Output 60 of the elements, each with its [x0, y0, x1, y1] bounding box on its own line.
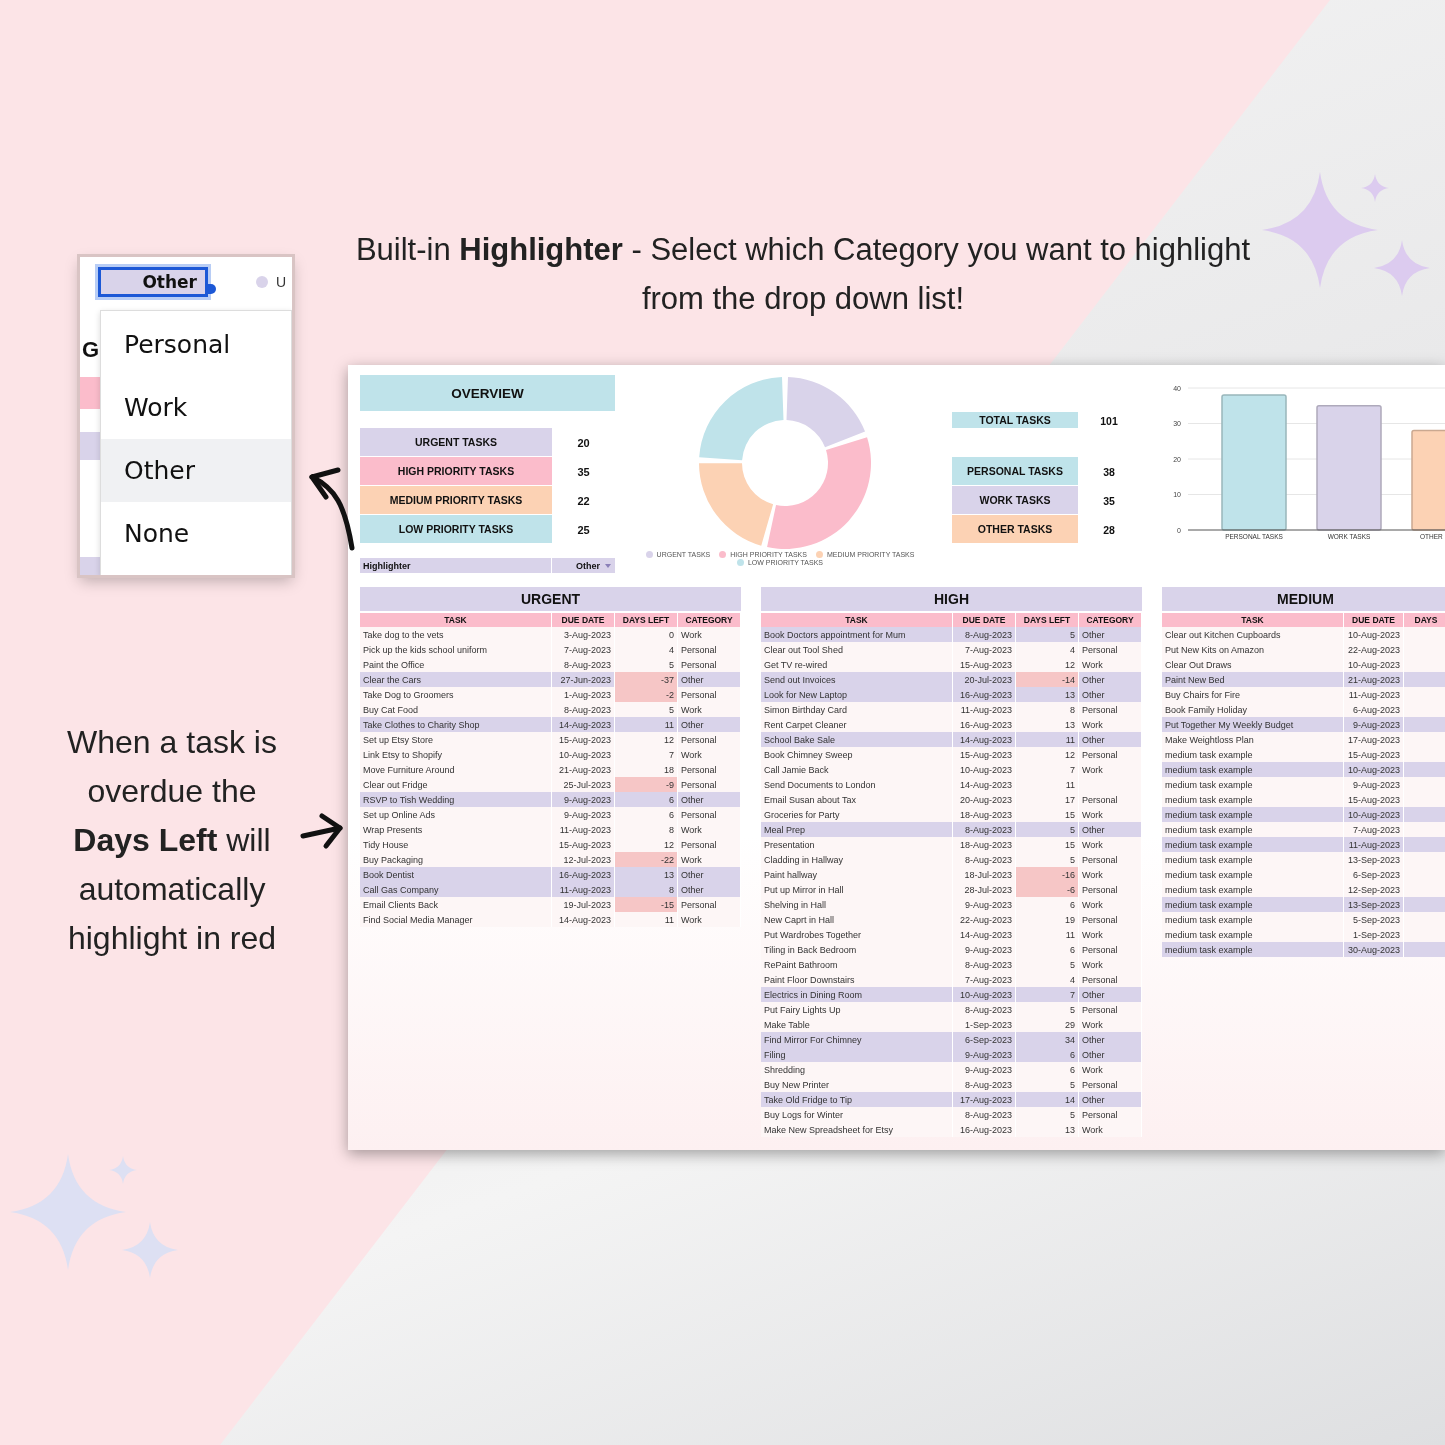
- arrow-drawing: [300, 813, 343, 849]
- stat-label: OTHER TASKS: [952, 515, 1078, 544]
- table-cell: -37: [615, 672, 678, 687]
- table-cell: 11: [615, 912, 678, 927]
- heading-fragment: G: [82, 337, 100, 363]
- highlighter-field[interactable]: Other: [98, 267, 208, 297]
- selection-handle-icon[interactable]: [208, 284, 216, 294]
- stat-value: 38: [1102, 464, 1116, 480]
- table-cell: -2: [615, 687, 678, 702]
- stat-value: 101: [1099, 413, 1119, 429]
- table-title: MEDIUM: [1162, 587, 1445, 611]
- stat-label: WORK TASKS: [952, 486, 1078, 515]
- caption: When a task is overdue the Days Left will automatically highlight in red: [66, 723, 278, 958]
- cell-background: [80, 432, 100, 460]
- highlighter-dropdown[interactable]: Other: [552, 558, 615, 573]
- dropdown-option[interactable]: Other: [101, 439, 291, 502]
- table-cell: 13: [1016, 1122, 1079, 1137]
- table-cell: -15: [615, 897, 678, 912]
- stat-label: PERSONAL TASKS: [952, 457, 1078, 486]
- legend-dot: [815, 551, 823, 558]
- stat-value: 35: [576, 464, 591, 480]
- legend-dot: [736, 559, 744, 566]
- table-cell: 16-Aug-2023: [953, 1122, 1016, 1137]
- stat-label: TOTAL TASKS: [952, 412, 1078, 429]
- table-cell: -16: [1016, 867, 1079, 882]
- table-cell: Work: [1079, 1122, 1142, 1137]
- stat-value: 28: [1102, 522, 1116, 538]
- table-cell: 14-Aug-2023: [552, 912, 615, 927]
- table-cell: -14: [1016, 672, 1079, 687]
- stat-label: LOW PRIORITY TASKS: [360, 515, 552, 544]
- dropdown-option[interactable]: Personal: [101, 313, 291, 376]
- legend-dot: [645, 551, 653, 558]
- stat-value: 20: [576, 435, 591, 451]
- cell-background: [80, 557, 100, 575]
- dropdown-option[interactable]: Work: [101, 376, 291, 439]
- legend-fragment: U: [276, 274, 287, 290]
- cell-background: [80, 377, 100, 409]
- stat-value: 22: [576, 493, 591, 509]
- legend-dot: [256, 276, 268, 288]
- stat-label: MEDIUM PRIORITY TASKS: [360, 486, 552, 515]
- table-cell: Work: [678, 912, 741, 927]
- table-title: URGENT: [360, 587, 741, 611]
- caret-icon: [605, 563, 611, 568]
- table-cell: Find Social Media Manager: [360, 912, 552, 927]
- highlighter-label: Highlighter: [360, 558, 551, 573]
- overview-title: OVERVIEW: [360, 375, 615, 411]
- table-cell: 30-Aug-2023: [1344, 942, 1404, 957]
- stat-label: HIGH PRIORITY TASKS: [360, 457, 552, 486]
- headline: Built-in Highlighter - Select which Category you want to highlight from the drop down list!: [354, 231, 1252, 318]
- table-title: HIGH: [761, 587, 1142, 611]
- table-cell: Make New Spreadsheet for Etsy: [761, 1122, 953, 1137]
- table-cell: medium task example: [1162, 942, 1344, 957]
- table-cell: -22: [615, 852, 678, 867]
- legend-dot: [719, 551, 727, 558]
- table-cell: -9: [615, 777, 678, 792]
- dropdown-option[interactable]: None: [101, 502, 291, 565]
- stat-value: 35: [1102, 493, 1116, 509]
- table-cell: -6: [1016, 882, 1079, 897]
- stat-label: URGENT TASKS: [360, 428, 552, 457]
- stat-value: 25: [576, 522, 591, 538]
